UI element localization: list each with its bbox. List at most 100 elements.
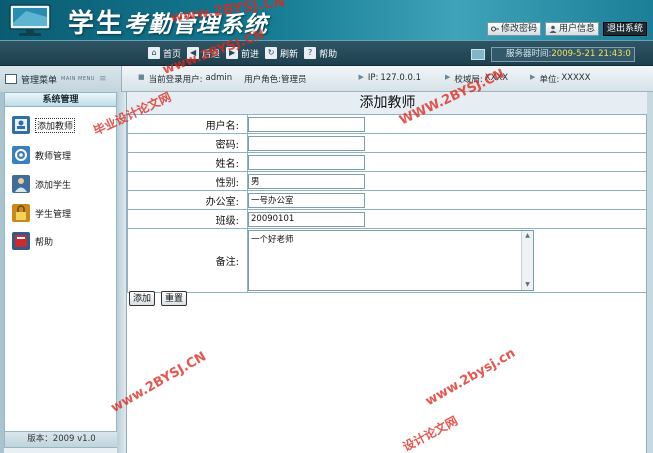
office-input[interactable] <box>248 192 365 208</box>
class-label: 班级: <box>127 209 248 229</box>
dept-label: 校域局: <box>454 75 483 85</box>
version-label: 版本：2009 v1.0 <box>5 431 118 447</box>
nav-home[interactable]: ⌂ 首页 <box>148 46 181 60</box>
user-info-button[interactable]: 用户信息 <box>544 22 599 36</box>
unit-label: 单位: <box>539 75 560 85</box>
logout-button[interactable]: 退出系统 <box>602 22 647 36</box>
scroll-up-icon[interactable]: ▲ <box>522 231 533 241</box>
sidebar-item-help[interactable]: 帮助 <box>11 231 115 251</box>
sidebar-item-label: 添加学生 <box>35 180 72 191</box>
main-content: 添加教师 用户名: 密码: 姓名: 性别: 办公室: 班级: 备注: <box>126 92 648 453</box>
menu-panel-subtitle: MAIN MENU <box>61 76 95 82</box>
menu-panel-header: 管理菜单 MAIN MENU ≡ <box>0 66 122 92</box>
status-bar: 管理菜单 MAIN MENU ≡ ■ 当前登录用户: admin 用户角色: 管… <box>0 66 653 92</box>
app-title-main: 学生 <box>68 9 125 39</box>
remark-label: 备注: <box>127 228 248 293</box>
form-row-office: 办公室: <box>127 190 648 210</box>
reset-button[interactable]: 重置 <box>161 291 188 306</box>
refresh-icon: ↻ <box>265 47 278 59</box>
server-time-value: 2009-5-21 21:43:0 <box>551 48 631 59</box>
submit-button[interactable]: 添加 <box>129 291 156 306</box>
form-row-name: 姓名: <box>127 152 648 172</box>
change-password-button[interactable]: 修改密码 <box>486 22 541 36</box>
gender-input[interactable] <box>248 173 365 189</box>
help-book-icon <box>12 232 30 250</box>
user-status-info: ■ 当前登录用户: admin 用户角色: 管理员 ▶ IP: 127.0.0.… <box>138 73 590 85</box>
nav-forward-label: 前进 <box>241 49 260 60</box>
unit-value: XXXXX <box>561 73 591 83</box>
sidebar-item-add-teacher[interactable]: 添加教师 <box>11 115 115 135</box>
username-label: 用户名: <box>127 114 248 134</box>
menu-window-icon <box>5 74 17 84</box>
nav-refresh[interactable]: ↻ 刷新 <box>265 46 298 60</box>
add-teacher-form: 用户名: 密码: 姓名: 性别: 办公室: 班级: 备注: 一个好老师 <box>127 114 648 293</box>
help-icon: ? <box>304 47 317 59</box>
server-monitor-icon <box>471 48 485 60</box>
nav-refresh-label: 刷新 <box>280 49 299 60</box>
nav-home-label: 首页 <box>163 49 182 60</box>
remark-text: 一个好老师 <box>251 235 294 245</box>
remark-textarea[interactable]: 一个好老师 ▲ ▼ <box>248 230 534 291</box>
teacher-manage-icon <box>12 146 30 164</box>
server-time: 服务器时间:2009-5-21 21:43:0 <box>471 46 635 62</box>
sidebar-item-label: 帮助 <box>35 237 54 248</box>
nav-bar: ⌂ 首页 ◀ 后退 ▶ 前进 ↻ 刷新 ? 帮助 服务器时间:2009-5-21… <box>0 40 653 66</box>
menu-lines-icon: ≡ <box>98 74 107 84</box>
scroll-down-icon[interactable]: ▼ <box>522 280 533 290</box>
app-title-emph: 考勤管理系统 <box>124 11 269 38</box>
sidebar-item-add-student[interactable]: 添加学生 <box>11 174 115 194</box>
form-row-gender: 性别: <box>127 171 648 191</box>
user-icon <box>549 25 557 33</box>
form-row-class: 班级: <box>127 209 648 229</box>
nav-help[interactable]: ? 帮助 <box>304 46 337 60</box>
back-icon: ◀ <box>187 47 200 59</box>
current-user-value: admin <box>205 73 233 83</box>
sidebar-item-label: 学生管理 <box>35 209 72 220</box>
sidebar-item-student-manage[interactable]: 学生管理 <box>11 203 115 223</box>
app-title: 学生考勤管理系统 <box>68 3 268 40</box>
ip-label: IP: <box>367 73 379 83</box>
class-input[interactable] <box>248 211 365 227</box>
student-manage-icon <box>12 204 30 222</box>
role-label: 用户角色: <box>244 75 282 85</box>
key-icon <box>490 26 499 32</box>
form-title: 添加教师 <box>127 92 648 114</box>
password-label: 密码: <box>127 133 248 153</box>
sidebar: 系统管理 添加教师 教师管理 添加学生 学生管理 帮助 版本：2009 v1.0 <box>4 92 118 448</box>
password-input[interactable] <box>248 135 365 151</box>
role-value: 管理员 <box>281 75 307 85</box>
sidebar-item-label: 添加教师 <box>35 117 76 133</box>
menu-panel-title: 管理菜单 <box>21 75 58 86</box>
add-teacher-icon <box>12 116 30 134</box>
bullet-icon: ▶ <box>444 73 451 81</box>
home-icon: ⌂ <box>148 47 160 59</box>
sidebar-item-teacher-manage[interactable]: 教师管理 <box>11 145 115 165</box>
bullet-icon: ▶ <box>530 73 536 81</box>
change-password-label: 修改密码 <box>500 24 537 34</box>
right-band <box>647 92 653 453</box>
remark-scrollbar[interactable]: ▲ ▼ <box>521 231 533 290</box>
bullet-icon: ■ <box>138 73 145 81</box>
dept-value: XXXX <box>484 73 509 83</box>
nav-forward[interactable]: ▶ 前进 <box>226 46 259 60</box>
form-row-username: 用户名: <box>127 114 648 134</box>
server-time-label: 服务器时间: <box>506 48 552 59</box>
ip-value: 127.0.0.1 <box>380 73 421 83</box>
app-header: 学生考勤管理系统 修改密码 用户信息 退出系统 <box>0 0 653 40</box>
user-info-label: 用户信息 <box>558 24 595 34</box>
name-input[interactable] <box>248 154 365 170</box>
nav-help-label: 帮助 <box>319 49 338 60</box>
form-row-password: 密码: <box>127 133 648 153</box>
form-row-remark: 备注: 一个好老师 ▲ ▼ <box>127 228 648 293</box>
add-student-icon <box>12 175 30 193</box>
logout-label: 退出系统 <box>606 24 643 34</box>
nav-back[interactable]: ◀ 后退 <box>187 46 220 60</box>
sidebar-gutter <box>117 92 126 453</box>
name-label: 姓名: <box>127 152 248 172</box>
current-user-label: 当前登录用户: <box>148 75 203 85</box>
sidebar-title: 系统管理 <box>5 93 116 107</box>
nav-back-label: 后退 <box>202 49 221 60</box>
monitor-logo-icon <box>9 4 51 36</box>
username-input[interactable] <box>248 116 365 132</box>
forward-icon: ▶ <box>226 47 239 59</box>
